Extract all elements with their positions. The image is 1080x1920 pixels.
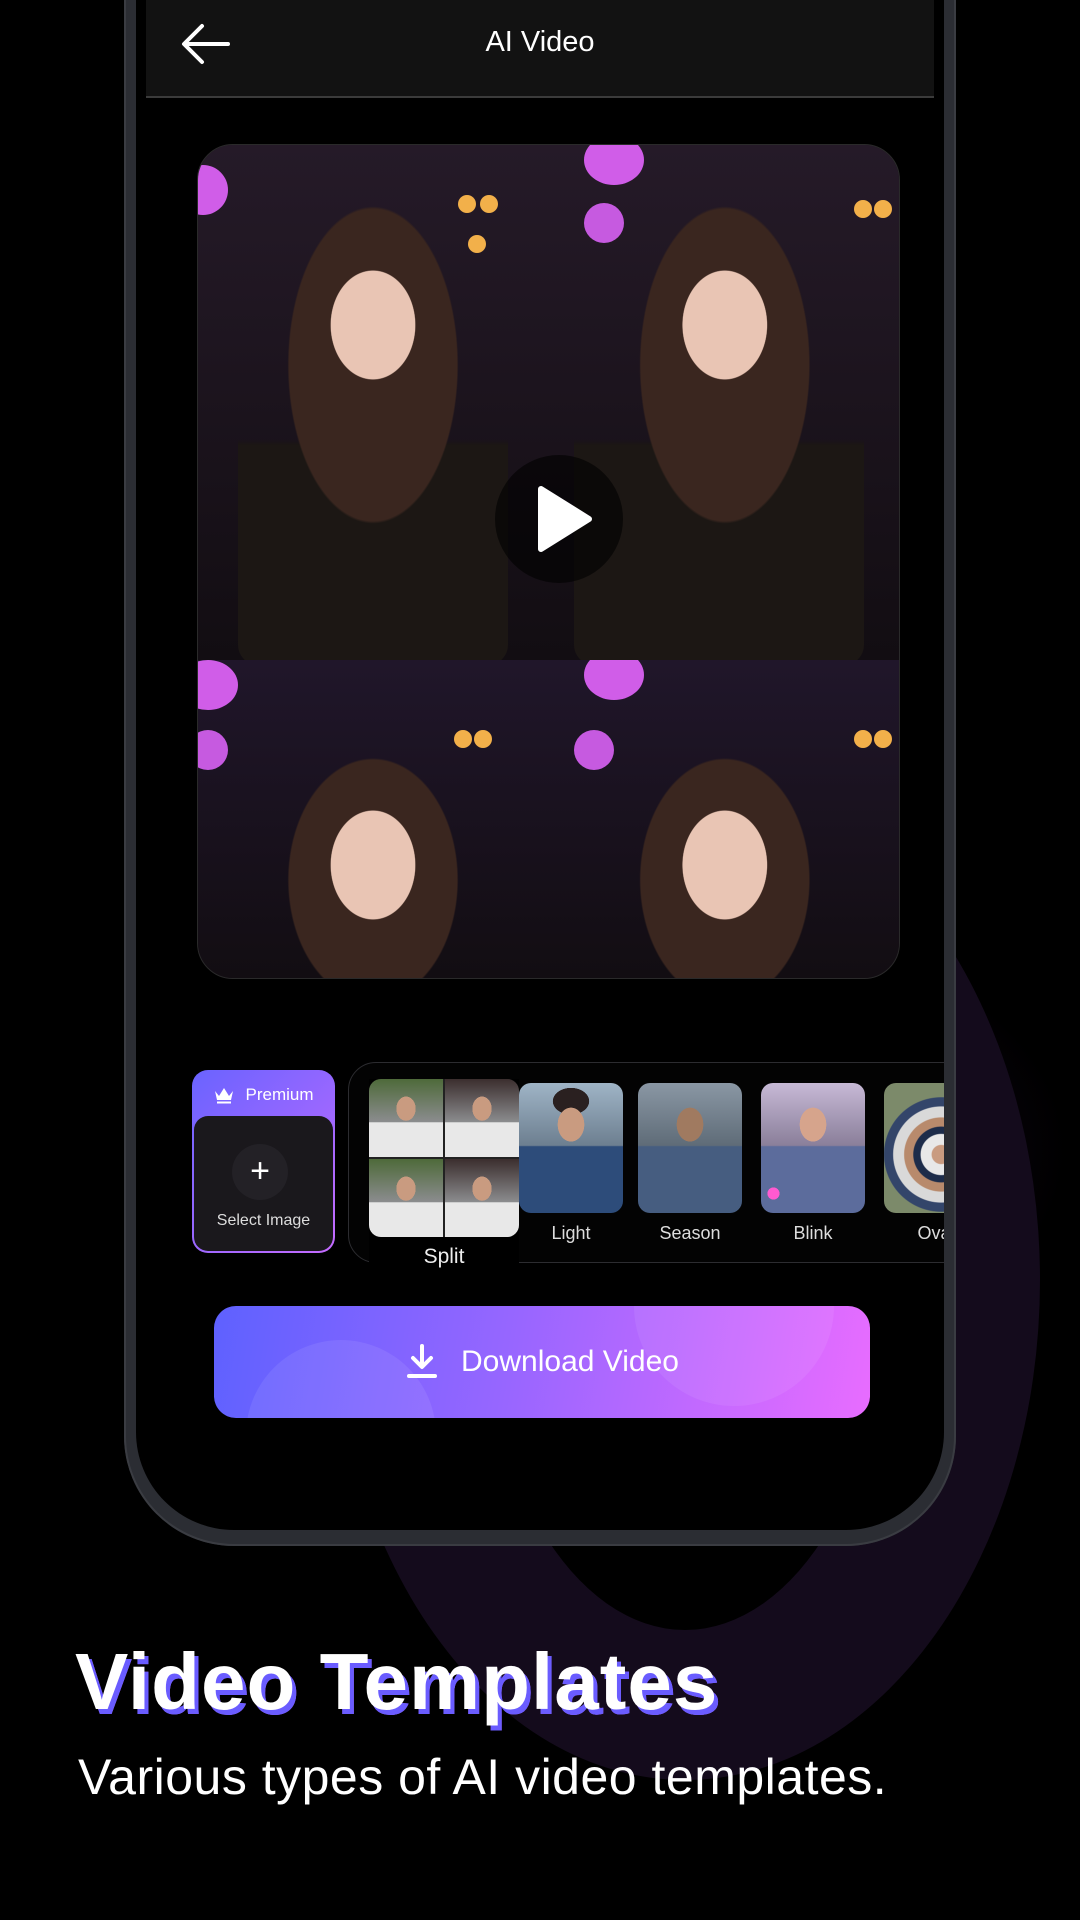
- template-label: Split: [423, 1245, 465, 1268]
- phone-frame: AI Video Premium + Select Image Split Li…: [124, 0, 956, 1546]
- select-image-label: Select Image: [216, 1212, 311, 1229]
- download-icon: [407, 1344, 438, 1378]
- page-title: AI Video: [485, 26, 595, 58]
- premium-label: Premium: [245, 1085, 314, 1104]
- select-image-card[interactable]: Premium + Select Image: [192, 1070, 335, 1253]
- template-item-split[interactable]: Split: [369, 1079, 519, 1275]
- play-button[interactable]: [495, 455, 623, 583]
- preview-tile: [564, 145, 899, 660]
- template-label: Light: [551, 1223, 591, 1243]
- download-label: Download Video: [461, 1345, 679, 1378]
- video-preview[interactable]: [197, 144, 900, 979]
- template-thumbnail: [519, 1083, 623, 1213]
- template-item-light[interactable]: Light: [519, 1083, 623, 1244]
- template-item-season[interactable]: Season: [638, 1083, 742, 1244]
- plus-icon: +: [232, 1144, 288, 1200]
- template-thumbnail: [369, 1079, 519, 1237]
- template-label: Oval: [917, 1223, 944, 1243]
- download-video-button[interactable]: Download Video: [214, 1306, 870, 1418]
- select-image-button[interactable]: + Select Image: [194, 1116, 333, 1251]
- preview-tile: [198, 145, 564, 660]
- template-label: Season: [659, 1223, 721, 1243]
- template-label: Blink: [793, 1223, 833, 1243]
- template-strip[interactable]: Split Light Season Blink Oval: [348, 1062, 944, 1275]
- preview-tile: [198, 660, 564, 978]
- premium-badge: Premium: [192, 1082, 335, 1108]
- promo-title: Video Templates: [75, 1637, 719, 1726]
- play-icon: [538, 486, 592, 552]
- app-header: AI Video: [146, 0, 934, 98]
- template-item-blink[interactable]: Blink: [761, 1083, 865, 1244]
- phone-screen: AI Video Premium + Select Image Split Li…: [136, 0, 944, 1530]
- preview-tile: [564, 660, 899, 978]
- crown-icon: [215, 1088, 234, 1104]
- template-thumbnail: [884, 1083, 944, 1213]
- template-item-oval[interactable]: Oval: [884, 1083, 944, 1244]
- template-thumbnail: [638, 1083, 742, 1213]
- template-thumbnail: [761, 1083, 865, 1213]
- promo-subtitle: Various types of AI video templates.: [78, 1749, 888, 1805]
